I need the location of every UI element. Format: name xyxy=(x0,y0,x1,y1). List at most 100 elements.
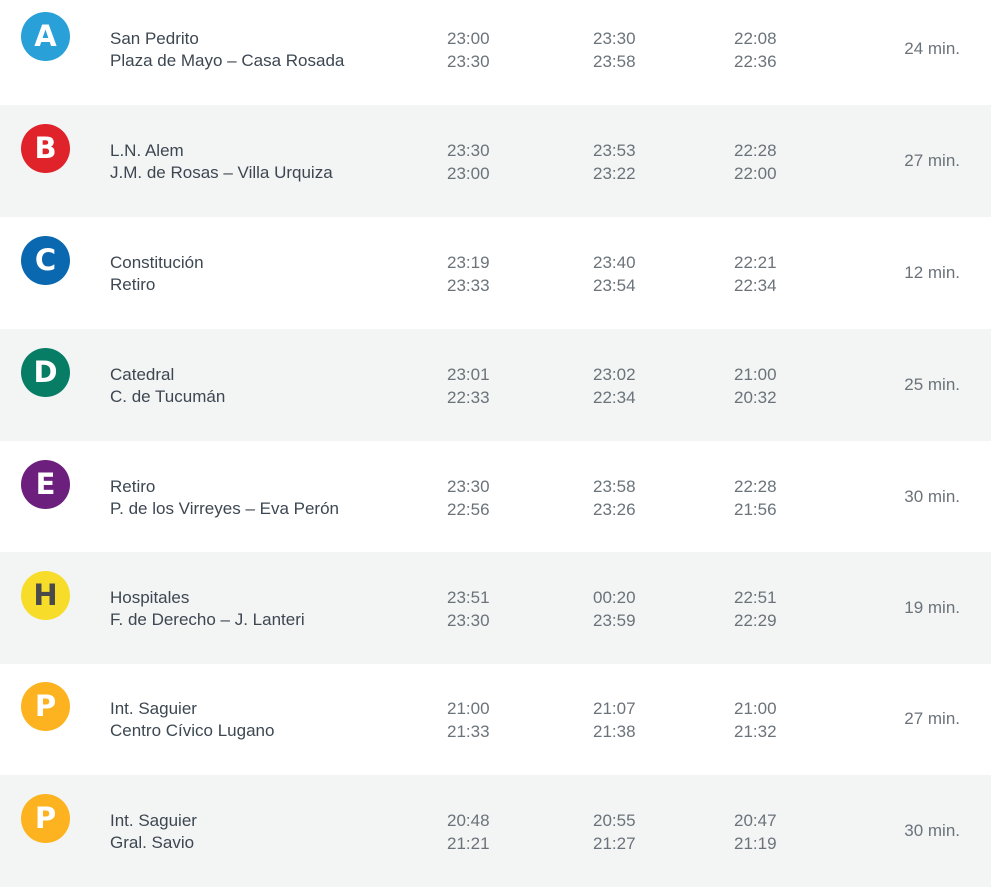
trip-duration: 24 min. xyxy=(904,39,960,58)
times-column-1: 23:30 22:56 xyxy=(447,475,490,521)
times-column-3: 21:00 20:32 xyxy=(734,363,777,409)
time-value: 23:30 xyxy=(593,29,636,48)
times-column-3: 22:28 22:00 xyxy=(734,139,777,185)
time-value: 23:58 xyxy=(593,52,636,71)
times-column-3: 22:28 21:56 xyxy=(734,475,777,521)
times-column-3: 21:00 21:32 xyxy=(734,697,777,743)
time-value: 23:30 xyxy=(447,477,490,496)
time-value: 22:00 xyxy=(734,164,777,183)
station-to: Centro Cívico Lugano xyxy=(110,721,275,740)
line-row-b[interactable]: B L.N. Alem J.M. de Rosas – Villa Urquiz… xyxy=(0,105,991,217)
time-value: 22:34 xyxy=(593,388,636,407)
time-value: 21:27 xyxy=(593,834,636,853)
line-stations: Catedral C. de Tucumán xyxy=(110,364,225,408)
line-a-badge-icon: A xyxy=(21,12,70,61)
time-value: 22:28 xyxy=(734,477,777,496)
schedule-table: A San Pedrito Plaza de Mayo – Casa Rosad… xyxy=(0,0,991,887)
trip-duration: 30 min. xyxy=(904,487,960,506)
times-column-3: 20:47 21:19 xyxy=(734,809,777,855)
time-value: 23:00 xyxy=(447,29,490,48)
time-value: 21:00 xyxy=(734,365,777,384)
line-row-c[interactable]: C Constitución Retiro 23:19 23:33 23:40 … xyxy=(0,217,991,329)
trip-duration: 30 min. xyxy=(904,821,960,840)
time-value: 23:54 xyxy=(593,276,636,295)
time-value: 23:19 xyxy=(447,253,490,272)
line-row-e[interactable]: E Retiro P. de los Virreyes – Eva Perón … xyxy=(0,441,991,553)
time-value: 20:32 xyxy=(734,388,777,407)
station-from: Int. Saguier xyxy=(110,811,197,830)
station-from: Constitución xyxy=(110,253,204,272)
station-to: J.M. de Rosas – Villa Urquiza xyxy=(110,163,333,182)
time-value: 20:48 xyxy=(447,811,490,830)
time-value: 20:55 xyxy=(593,811,636,830)
times-column-3: 22:21 22:34 xyxy=(734,251,777,297)
time-value: 22:51 xyxy=(734,588,777,607)
time-value: 21:32 xyxy=(734,722,777,741)
time-value: 23:30 xyxy=(447,611,490,630)
line-b-badge-icon: B xyxy=(21,124,70,173)
trip-duration: 27 min. xyxy=(904,151,960,170)
time-value: 23:53 xyxy=(593,141,636,160)
times-column-2: 23:02 22:34 xyxy=(593,363,636,409)
time-value: 22:08 xyxy=(734,29,777,48)
times-column-1: 23:19 23:33 xyxy=(447,251,490,297)
time-value: 21:56 xyxy=(734,500,777,519)
time-value: 21:00 xyxy=(447,699,490,718)
time-value: 00:20 xyxy=(593,588,636,607)
times-column-2: 20:55 21:27 xyxy=(593,809,636,855)
time-value: 22:33 xyxy=(447,388,490,407)
time-value: 23:40 xyxy=(593,253,636,272)
station-from: Catedral xyxy=(110,365,175,384)
times-column-1: 23:30 23:00 xyxy=(447,139,490,185)
trip-duration: 25 min. xyxy=(904,375,960,394)
time-value: 21:33 xyxy=(447,722,490,741)
line-row-d[interactable]: D Catedral C. de Tucumán 23:01 22:33 23:… xyxy=(0,329,991,441)
times-column-3: 22:51 22:29 xyxy=(734,586,777,632)
time-value: 20:47 xyxy=(734,811,777,830)
line-stations: Int. Saguier Gral. Savio xyxy=(110,810,197,854)
times-column-2: 23:53 23:22 xyxy=(593,139,636,185)
time-value: 22:21 xyxy=(734,253,777,272)
times-column-2: 23:58 23:26 xyxy=(593,475,636,521)
station-from: L.N. Alem xyxy=(110,141,184,160)
times-column-1: 23:51 23:30 xyxy=(447,586,490,632)
trip-duration: 19 min. xyxy=(904,598,960,617)
times-column-2: 21:07 21:38 xyxy=(593,697,636,743)
time-value: 23:26 xyxy=(593,500,636,519)
time-value: 23:30 xyxy=(447,52,490,71)
line-e-badge-icon: E xyxy=(21,460,70,509)
line-stations: L.N. Alem J.M. de Rosas – Villa Urquiza xyxy=(110,140,333,184)
station-to: C. de Tucumán xyxy=(110,387,226,406)
times-column-1: 23:01 22:33 xyxy=(447,363,490,409)
time-value: 23:51 xyxy=(447,588,490,607)
line-row-h[interactable]: H Hospitales F. de Derecho – J. Lanteri … xyxy=(0,552,991,664)
line-row-p-lugano[interactable]: P Int. Saguier Centro Cívico Lugano 21:0… xyxy=(0,663,991,775)
station-to: Gral. Savio xyxy=(110,833,195,852)
line-stations: Int. Saguier Centro Cívico Lugano xyxy=(110,698,274,742)
line-row-p-savio[interactable]: P Int. Saguier Gral. Savio 20:48 21:21 2… xyxy=(0,775,991,887)
time-value: 23:02 xyxy=(593,365,636,384)
time-value: 23:30 xyxy=(447,141,490,160)
line-stations: San Pedrito Plaza de Mayo – Casa Rosada xyxy=(110,28,344,72)
station-to: Retiro xyxy=(110,275,156,294)
line-p-badge-icon: P xyxy=(21,682,70,731)
station-from: Retiro xyxy=(110,477,156,496)
times-column-1: 23:00 23:30 xyxy=(447,27,490,73)
time-value: 23:33 xyxy=(447,276,490,295)
station-from: Hospitales xyxy=(110,588,190,607)
time-value: 21:19 xyxy=(734,834,777,853)
time-value: 21:21 xyxy=(447,834,490,853)
station-to: F. de Derecho – J. Lanteri xyxy=(110,610,305,629)
station-to: Plaza de Mayo – Casa Rosada xyxy=(110,51,345,70)
times-column-2: 00:20 23:59 xyxy=(593,586,636,632)
times-column-2: 23:40 23:54 xyxy=(593,251,636,297)
line-p-badge-icon: P xyxy=(21,794,70,843)
times-column-3: 22:08 22:36 xyxy=(734,27,777,73)
time-value: 21:07 xyxy=(593,699,636,718)
line-row-a[interactable]: A San Pedrito Plaza de Mayo – Casa Rosad… xyxy=(0,0,991,105)
trip-duration: 12 min. xyxy=(904,263,960,282)
time-value: 22:56 xyxy=(447,500,490,519)
time-value: 22:36 xyxy=(734,52,777,71)
line-stations: Hospitales F. de Derecho – J. Lanteri xyxy=(110,587,305,631)
station-to: P. de los Virreyes – Eva Perón xyxy=(110,499,340,518)
